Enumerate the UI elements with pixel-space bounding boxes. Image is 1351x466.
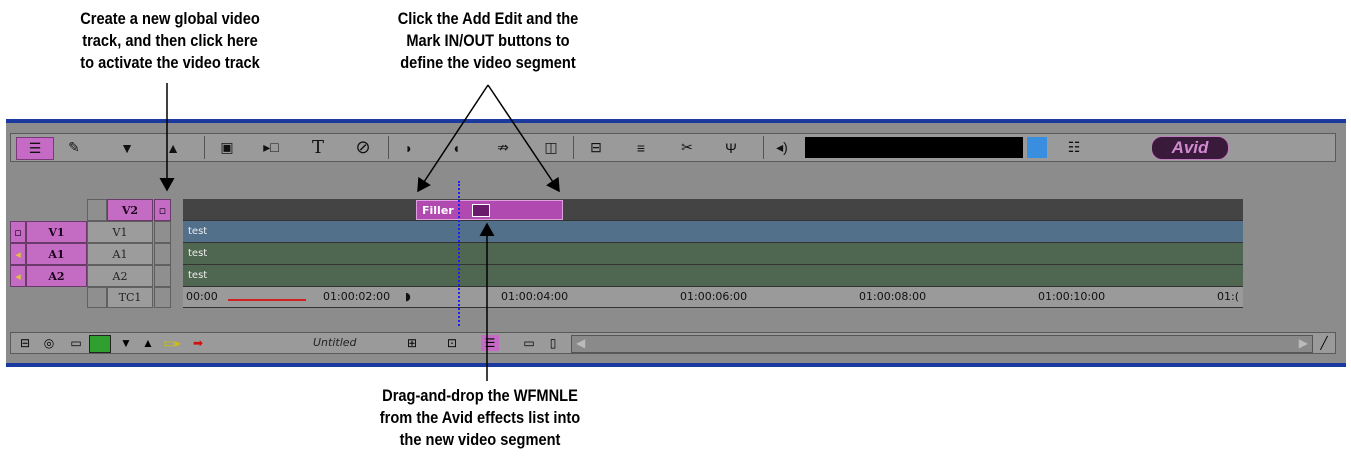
track-lock-tc — [154, 287, 171, 308]
step-red-icon[interactable]: ➡ — [189, 335, 207, 351]
resize-grip-icon[interactable]: ╱ — [1317, 335, 1331, 351]
timecode-label: 01:00:04:00 — [501, 290, 569, 303]
null-circle-icon[interactable]: ⊘ — [351, 137, 375, 158]
cut-icon[interactable]: ✂ — [675, 137, 699, 158]
list-icon[interactable]: ☷ — [1064, 137, 1084, 158]
split-icon[interactable]: ⊞ — [403, 335, 421, 351]
track-lane-v2[interactable] — [183, 199, 1243, 221]
scroll-left-handle-icon[interactable]: ▯ — [545, 335, 561, 351]
zoom-up-icon[interactable]: ▲ — [141, 335, 155, 351]
segment-label: Filler — [422, 203, 454, 217]
track-source-v2[interactable] — [87, 199, 107, 221]
sequence-name: Untitled — [313, 336, 357, 349]
scroll-right-arrow-icon[interactable]: ▶ — [1299, 336, 1308, 350]
timeline-toolbar: ☰ ✎ ▼ ▲ ▣ ▸□ T ⊘ ◗ ◖ ⇏ ◫ ⊟ ≡ ✂ Ψ ◂) ☷ Av… — [10, 133, 1336, 162]
frame-icon[interactable]: ⊡ — [443, 335, 461, 351]
render-icon[interactable]: ▸□ — [259, 137, 283, 158]
target-icon[interactable]: ◎ — [41, 335, 57, 351]
position-indicator[interactable] — [458, 181, 460, 326]
antenna-icon[interactable]: Ψ — [719, 137, 743, 158]
zoom-down-icon[interactable]: ▼ — [119, 335, 133, 351]
overwrite-up-icon[interactable]: ▲ — [161, 137, 185, 158]
timecode-label: 01:00:02:00 — [323, 290, 391, 303]
effect-icon[interactable]: ▣ — [215, 137, 239, 158]
track-record-tc[interactable]: TC1 — [107, 287, 153, 308]
speaker-a1-icon[interactable]: ◂ — [10, 243, 26, 265]
track-source-v1[interactable]: V1 — [26, 221, 87, 243]
avid-logo: Avid — [1151, 136, 1229, 160]
track-size-icon[interactable]: ⊟ — [17, 335, 33, 351]
track-lane-v1[interactable]: test — [183, 221, 1243, 243]
film-icon[interactable]: ▭ — [519, 335, 539, 351]
title-T-icon[interactable]: T — [306, 137, 330, 158]
callout-drag-drop: Drag-and-drop the WFMNLE from the Avid ef… — [379, 386, 581, 449]
track-lock-a2[interactable] — [154, 265, 171, 287]
timeline-scrollbar[interactable]: ◀ ▶ — [571, 335, 1313, 353]
speaker-a2-icon[interactable]: ◂ — [10, 265, 26, 287]
track-monitor-v1[interactable]: ▫ — [10, 221, 26, 243]
clip-label: test — [188, 248, 208, 259]
track-lock-v1[interactable] — [154, 221, 171, 243]
clip-label: test — [188, 270, 208, 281]
track-source-a1[interactable]: A1 — [26, 243, 87, 265]
monitor-icon[interactable]: ▭ — [66, 335, 86, 351]
track-monitor-v2[interactable]: ▫ — [154, 199, 171, 221]
track-source-a2[interactable]: A2 — [26, 265, 87, 287]
track-record-a2[interactable]: A2 — [87, 265, 153, 287]
timecode-label: 01:00:06:00 — [680, 290, 748, 303]
clip-label: test — [188, 226, 208, 237]
filler-segment[interactable]: Filler — [416, 200, 563, 220]
track-lock-a1[interactable] — [154, 243, 171, 265]
timecode-label: 01:( — [1217, 290, 1239, 303]
audio-speaker-icon[interactable]: ◂) — [771, 137, 793, 158]
effect-icon[interactable] — [471, 203, 490, 217]
callout-add-edit: Click the Add Edit and the Mark IN/OUT bu… — [397, 9, 579, 72]
scroll-left-arrow-icon[interactable]: ◀ — [576, 336, 585, 350]
timecode-label: 00:00 — [186, 290, 218, 303]
segment-mode-icon[interactable]: ☰ — [16, 137, 54, 160]
track-lane-a1[interactable]: test — [183, 243, 1243, 265]
match-frame-icon[interactable]: ◫ — [539, 137, 563, 158]
track-lane-a2[interactable]: test — [183, 265, 1243, 287]
composer-monitor-icon — [805, 137, 1023, 158]
mark-in-icon[interactable]: ◗ — [397, 137, 421, 158]
track-record-v2[interactable]: V2 — [107, 199, 153, 221]
timecode-label: 01:00:08:00 — [859, 290, 927, 303]
step-yellow-icon[interactable]: ▭▸ — [163, 335, 181, 351]
segment-view-icon[interactable]: ☰ — [481, 335, 499, 351]
track-source-tc — [87, 287, 107, 308]
callout-activate-track: Create a new global video track, and then… — [80, 9, 260, 72]
timeline-bottom-bar: ⊟ ◎ ▭ ▼ ▲ ▭▸ ➡ Untitled ⊞ ⊡ ☰ ▭ ▯ ◀ ▶ ╱ — [10, 332, 1336, 354]
track-color-icon[interactable] — [1027, 137, 1047, 158]
extract-icon[interactable]: ≡ — [629, 137, 653, 158]
timecode-label: 01:00:10:00 — [1038, 290, 1106, 303]
mark-out-icon[interactable]: ◖ — [444, 137, 468, 158]
timecode-ruler[interactable]: 00:00 01:00:02:00 ◗ 01:00:04:00 01:00:06… — [183, 287, 1243, 308]
mark-in-icon: ◗ — [405, 290, 411, 303]
lift-down-icon[interactable]: ▼ — [115, 137, 139, 158]
track-record-v1[interactable]: V1 — [87, 221, 153, 243]
add-edit-icon[interactable]: ⇏ — [491, 137, 515, 158]
color-icon[interactable] — [89, 335, 111, 353]
render-bar — [228, 299, 306, 301]
trim-icon[interactable]: ✎ — [59, 137, 89, 158]
timeline-window: ☰ ✎ ▼ ▲ ▣ ▸□ T ⊘ ◗ ◖ ⇏ ◫ ⊟ ≡ ✂ Ψ ◂) ☷ Av… — [6, 119, 1346, 367]
splice-icon[interactable]: ⊟ — [584, 137, 608, 158]
track-record-a1[interactable]: A1 — [87, 243, 153, 265]
